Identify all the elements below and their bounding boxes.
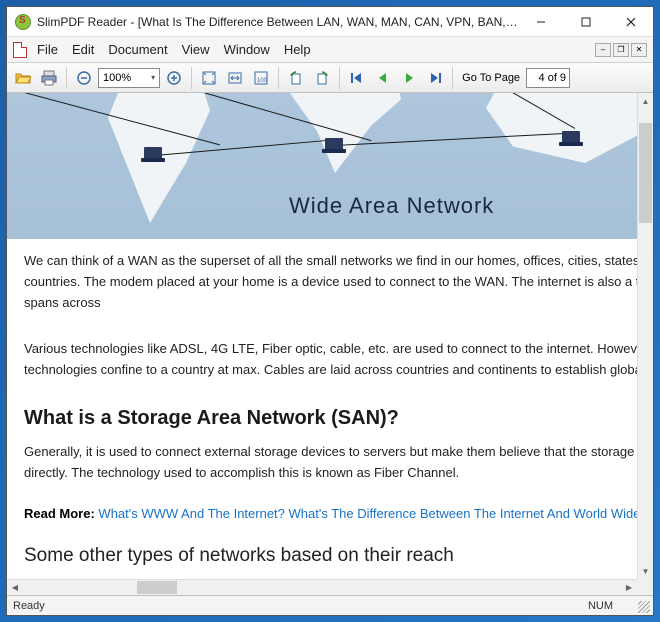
scroll-corner <box>637 579 653 595</box>
zoom-combo[interactable]: 100% <box>98 68 160 88</box>
scroll-left-arrow-icon[interactable]: ◀ <box>7 580 23 595</box>
svg-text:100: 100 <box>257 78 268 84</box>
menu-file[interactable]: File <box>37 42 58 57</box>
document-icon <box>13 42 27 58</box>
read-more-link[interactable]: What's WWW And The Internet? What's The … <box>98 506 637 521</box>
menu-view[interactable]: View <box>182 42 210 57</box>
laptop-icon <box>144 147 162 159</box>
page: Wide Area Network We can think of a WAN … <box>7 93 637 579</box>
window-title: SlimPDF Reader - [What Is The Difference… <box>37 15 518 29</box>
scroll-right-arrow-icon[interactable]: ▶ <box>621 580 637 595</box>
vertical-scrollbar[interactable]: ▲ ▼ <box>637 93 653 579</box>
zoom-in-button[interactable] <box>162 66 186 90</box>
document-viewport[interactable]: Wide Area Network We can think of a WAN … <box>7 93 637 579</box>
heading-san: What is a Storage Area Network (SAN)? <box>24 407 637 430</box>
vertical-scroll-thumb[interactable] <box>639 123 652 223</box>
horizontal-scrollbar[interactable]: ◀ ▶ <box>7 579 637 595</box>
minimize-button[interactable] <box>518 7 563 36</box>
status-ready: Ready <box>13 600 45 612</box>
close-button[interactable] <box>608 7 653 36</box>
laptop-icon <box>325 138 343 150</box>
zoom-out-button[interactable] <box>72 66 96 90</box>
go-to-page-label: Go To Page <box>462 72 520 84</box>
first-page-button[interactable] <box>345 66 369 90</box>
page-number-field[interactable]: 4 of 9 <box>526 68 570 88</box>
heading-other-networks: Some other types of networks based on th… <box>24 545 637 567</box>
toolbar: 100% 100 Go To Page 4 of 9 <box>7 63 653 93</box>
menu-document[interactable]: Document <box>108 42 167 57</box>
app-icon <box>15 14 31 30</box>
map-title: Wide Area Network <box>289 193 494 219</box>
read-more-line: Read More: What's WWW And The Internet? … <box>24 506 637 521</box>
app-window: SlimPDF Reader - [What Is The Difference… <box>6 6 654 616</box>
body-paragraph: Generally, it is used to connect externa… <box>24 442 637 484</box>
last-page-button[interactable] <box>423 66 447 90</box>
menu-edit[interactable]: Edit <box>72 42 94 57</box>
actual-size-button[interactable]: 100 <box>249 66 273 90</box>
scroll-up-arrow-icon[interactable]: ▲ <box>638 93 653 109</box>
body-paragraph: We can think of a WAN as the superset of… <box>24 251 637 313</box>
laptop-icon <box>562 131 580 143</box>
maximize-button[interactable] <box>563 7 608 36</box>
child-close-button[interactable]: ✕ <box>631 43 647 57</box>
child-minimize-button[interactable]: – <box>595 43 611 57</box>
menu-help[interactable]: Help <box>284 42 311 57</box>
child-restore-button[interactable]: ❐ <box>613 43 629 57</box>
print-button[interactable] <box>37 66 61 90</box>
status-bar: Ready NUM <box>7 595 653 615</box>
status-numlock: NUM <box>588 600 613 612</box>
open-button[interactable] <box>11 66 35 90</box>
rotate-cw-button[interactable] <box>310 66 334 90</box>
title-bar[interactable]: SlimPDF Reader - [What Is The Difference… <box>7 7 653 37</box>
resize-grip-icon[interactable] <box>638 601 650 613</box>
fit-page-button[interactable] <box>197 66 221 90</box>
horizontal-scroll-thumb[interactable] <box>137 581 177 594</box>
menu-window[interactable]: Window <box>224 42 270 57</box>
rotate-ccw-button[interactable] <box>284 66 308 90</box>
content-area: Wide Area Network We can think of a WAN … <box>7 93 653 595</box>
wan-map-image: Wide Area Network <box>7 93 637 239</box>
menu-bar: File Edit Document View Window Help – ❐ … <box>7 37 653 63</box>
scroll-down-arrow-icon[interactable]: ▼ <box>638 563 653 579</box>
next-page-button[interactable] <box>397 66 421 90</box>
prev-page-button[interactable] <box>371 66 395 90</box>
body-paragraph: Various technologies like ADSL, 4G LTE, … <box>24 339 637 381</box>
fit-width-button[interactable] <box>223 66 247 90</box>
